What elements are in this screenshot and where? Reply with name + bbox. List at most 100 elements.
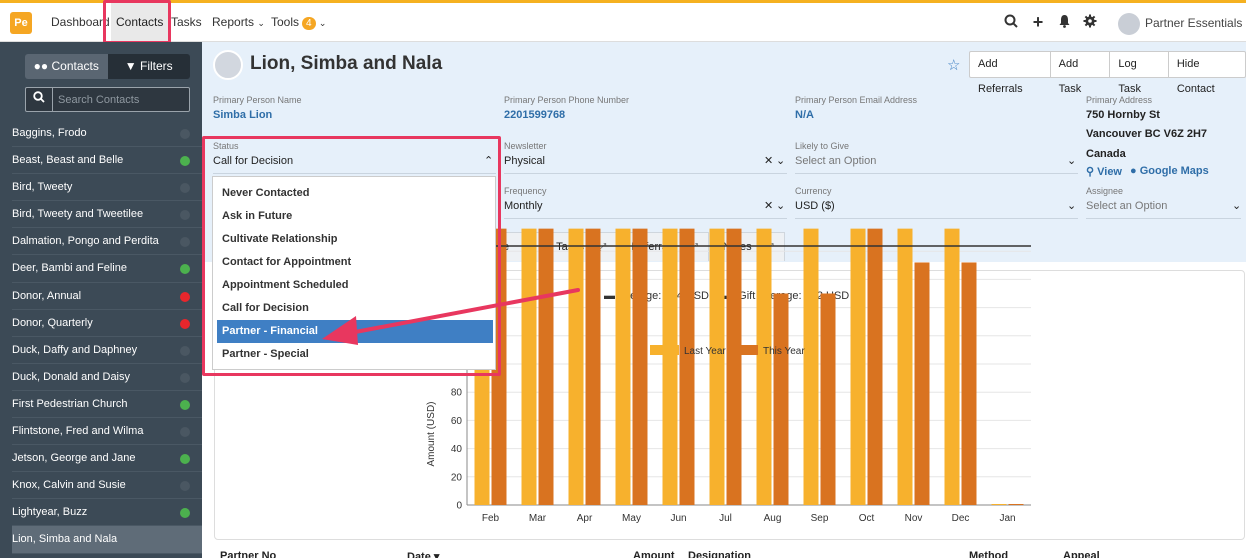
averages-summary: ▬ Average: 184 USD | ▬ Gift Average: 192… bbox=[604, 290, 849, 302]
status-dot bbox=[180, 345, 190, 356]
average-dash: ▬ bbox=[604, 290, 615, 302]
contact-name: Beast, Beast and Belle bbox=[12, 154, 124, 167]
contact-name: Dalmation, Pongo and Perdita bbox=[12, 235, 159, 248]
sidebar-contact-item[interactable]: Lightyear, Buzz bbox=[12, 499, 202, 527]
view-address-link[interactable]: ⚲ View bbox=[1086, 165, 1122, 178]
contact-list: Baggins, Frodo Beast, Beast and Belle Bird… bbox=[12, 120, 202, 554]
search-icon[interactable] bbox=[26, 88, 53, 111]
nav-tasks[interactable]: Tasks bbox=[171, 3, 202, 41]
tab-notes[interactable]: Notes ⤢ bbox=[711, 232, 785, 261]
chevron-down-icon[interactable]: ⌄ bbox=[1067, 154, 1076, 167]
sidebar-contact-item[interactable]: Bird, Tweety bbox=[12, 174, 202, 202]
status-dot bbox=[180, 318, 190, 329]
newsletter-underline bbox=[504, 173, 787, 174]
log-task-button[interactable]: Log Task bbox=[1109, 52, 1167, 95]
frequency-underline bbox=[504, 218, 787, 219]
chevron-down-icon[interactable]: ⌄ bbox=[1232, 199, 1241, 212]
user-menu[interactable]: Partner Essentials ⌄ bbox=[1118, 12, 1246, 52]
view-label: View bbox=[1097, 166, 1122, 178]
settings-gear-icon[interactable] bbox=[1082, 14, 1098, 30]
hide-contact-button[interactable]: Hide Contact bbox=[1167, 52, 1245, 95]
status-dot bbox=[180, 237, 190, 248]
status-dot bbox=[180, 508, 190, 519]
assignee-select[interactable]: Select an Option bbox=[1086, 200, 1167, 212]
nav-tools[interactable]: Tools 4 ⌄ bbox=[271, 3, 326, 41]
sidebar-contact-item[interactable]: First Pedestrian Church bbox=[12, 391, 202, 419]
tab-filters-label: Filters bbox=[140, 59, 173, 73]
col-partner-no[interactable]: Partner No bbox=[220, 550, 276, 558]
sidebar-contact-item[interactable]: Beast, Beast and Belle bbox=[12, 147, 202, 175]
contacts-sidebar: ●● Contacts ▼ Filters Baggins, Frodo Beas… bbox=[0, 42, 202, 558]
expand-icon: ⤢ bbox=[523, 242, 532, 253]
status-dot bbox=[180, 129, 190, 139]
clear-icon[interactable]: ✕ bbox=[764, 199, 773, 212]
col-designation[interactable]: Designation bbox=[688, 550, 751, 558]
sidebar-contact-item[interactable]: Jetson, George and Jane bbox=[12, 445, 202, 473]
col-appeal[interactable]: Appeal bbox=[1063, 550, 1100, 558]
nav-reports[interactable]: Reports ⌄ bbox=[212, 3, 265, 41]
contact-search bbox=[25, 87, 190, 112]
currency-underline bbox=[795, 218, 1078, 219]
status-dot bbox=[180, 399, 190, 410]
favorite-star-icon[interactable]: ☆ bbox=[947, 56, 960, 74]
address-line-1: 750 Hornby St bbox=[1086, 109, 1160, 121]
google-maps-link[interactable]: ● Google Maps bbox=[1130, 165, 1209, 177]
contact-name: Deer, Bambi and Feline bbox=[12, 262, 127, 275]
sidebar-contact-item[interactable]: Donor, Quarterly bbox=[12, 310, 202, 337]
sidebar-contact-item[interactable]: Duck, Donald and Daisy bbox=[12, 364, 202, 391]
sidebar-contact-item[interactable]: Bird, Tweety and Tweetilee bbox=[12, 201, 202, 229]
tab-tasks[interactable]: Tasks ⤢ bbox=[545, 232, 618, 261]
clear-icon[interactable]: ✕ bbox=[764, 154, 773, 167]
sidebar-contact-item[interactable]: Duck, Daffy and Daphney bbox=[12, 337, 202, 364]
likely-to-give-select[interactable]: Select an Option bbox=[795, 155, 876, 167]
primary-person-name-label: Primary Person Name bbox=[213, 95, 302, 105]
add-referrals-button[interactable]: Add Referrals bbox=[970, 52, 1050, 95]
tab-notes-label: Notes bbox=[722, 241, 752, 253]
primary-email-value[interactable]: N/A bbox=[795, 109, 814, 121]
search-contacts-input[interactable] bbox=[58, 91, 183, 108]
status-dot bbox=[180, 210, 190, 221]
address-line-3: Canada bbox=[1086, 148, 1126, 160]
currency-select-value[interactable]: USD ($) bbox=[795, 200, 835, 212]
chevron-down-icon[interactable]: ⌄ bbox=[776, 199, 785, 212]
nav-dashboard[interactable]: Dashboard bbox=[51, 3, 110, 41]
search-icon[interactable] bbox=[1003, 14, 1019, 30]
tab-filters[interactable]: ▼ Filters bbox=[107, 54, 190, 79]
highlight-box-contacts-nav bbox=[103, 0, 171, 44]
app-logo[interactable]: Pe bbox=[10, 12, 32, 34]
sidebar-contact-item[interactable]: Dalmation, Pongo and Perdita bbox=[12, 228, 202, 256]
assignee-label: Assignee bbox=[1086, 186, 1124, 196]
likely-to-give-label: Likely to Give bbox=[795, 141, 850, 151]
sidebar-contact-item[interactable]: Deer, Bambi and Feline bbox=[12, 255, 202, 283]
tab-referrals[interactable]: Referrals ⤢ bbox=[620, 232, 709, 261]
col-amount[interactable]: Amount bbox=[633, 550, 675, 558]
newsletter-select-value[interactable]: Physical bbox=[504, 155, 545, 167]
status-dot bbox=[180, 264, 190, 275]
primary-phone-link[interactable]: 2201599768 bbox=[504, 109, 565, 121]
primary-address-label: Primary Address bbox=[1086, 95, 1153, 105]
likely-to-give-underline bbox=[795, 173, 1078, 174]
add-task-button[interactable]: Add Task bbox=[1049, 52, 1110, 95]
tab-referrals-label: Referrals bbox=[631, 241, 676, 253]
chevron-down-icon[interactable]: ⌄ bbox=[1067, 199, 1076, 212]
col-date[interactable]: Date ▾ bbox=[407, 550, 439, 558]
col-method[interactable]: Method bbox=[969, 550, 1008, 558]
add-icon[interactable]: + bbox=[1030, 13, 1046, 31]
sidebar-contact-item[interactable]: Baggins, Frodo bbox=[12, 120, 202, 148]
notifications-bell-icon[interactable] bbox=[1056, 14, 1072, 30]
sidebar-contact-item[interactable]: Donor, Annual bbox=[12, 283, 202, 310]
frequency-select-value[interactable]: Monthly bbox=[504, 200, 543, 212]
gift-average-dash: ▬ bbox=[724, 290, 736, 302]
tab-contacts-label: Contacts bbox=[51, 59, 99, 73]
chevron-down-icon: ⌄ bbox=[318, 18, 327, 28]
sidebar-contact-item[interactable]: Lion, Simba and Nala bbox=[12, 526, 202, 554]
search-icon: ⚲ bbox=[1086, 166, 1098, 178]
contact-name: Duck, Donald and Daisy bbox=[12, 370, 131, 383]
tab-contacts[interactable]: ●● Contacts bbox=[25, 54, 108, 79]
primary-person-name-link[interactable]: Simba Lion bbox=[213, 109, 272, 121]
nav-tools-label: Tools bbox=[271, 15, 300, 29]
sidebar-contact-item[interactable]: Knox, Calvin and Susie bbox=[12, 472, 202, 500]
chevron-down-icon[interactable]: ⌄ bbox=[776, 154, 785, 167]
contact-name: Lion, Simba and Nala bbox=[12, 533, 118, 546]
sidebar-contact-item[interactable]: Flintstone, Fred and Wilma bbox=[12, 418, 202, 446]
